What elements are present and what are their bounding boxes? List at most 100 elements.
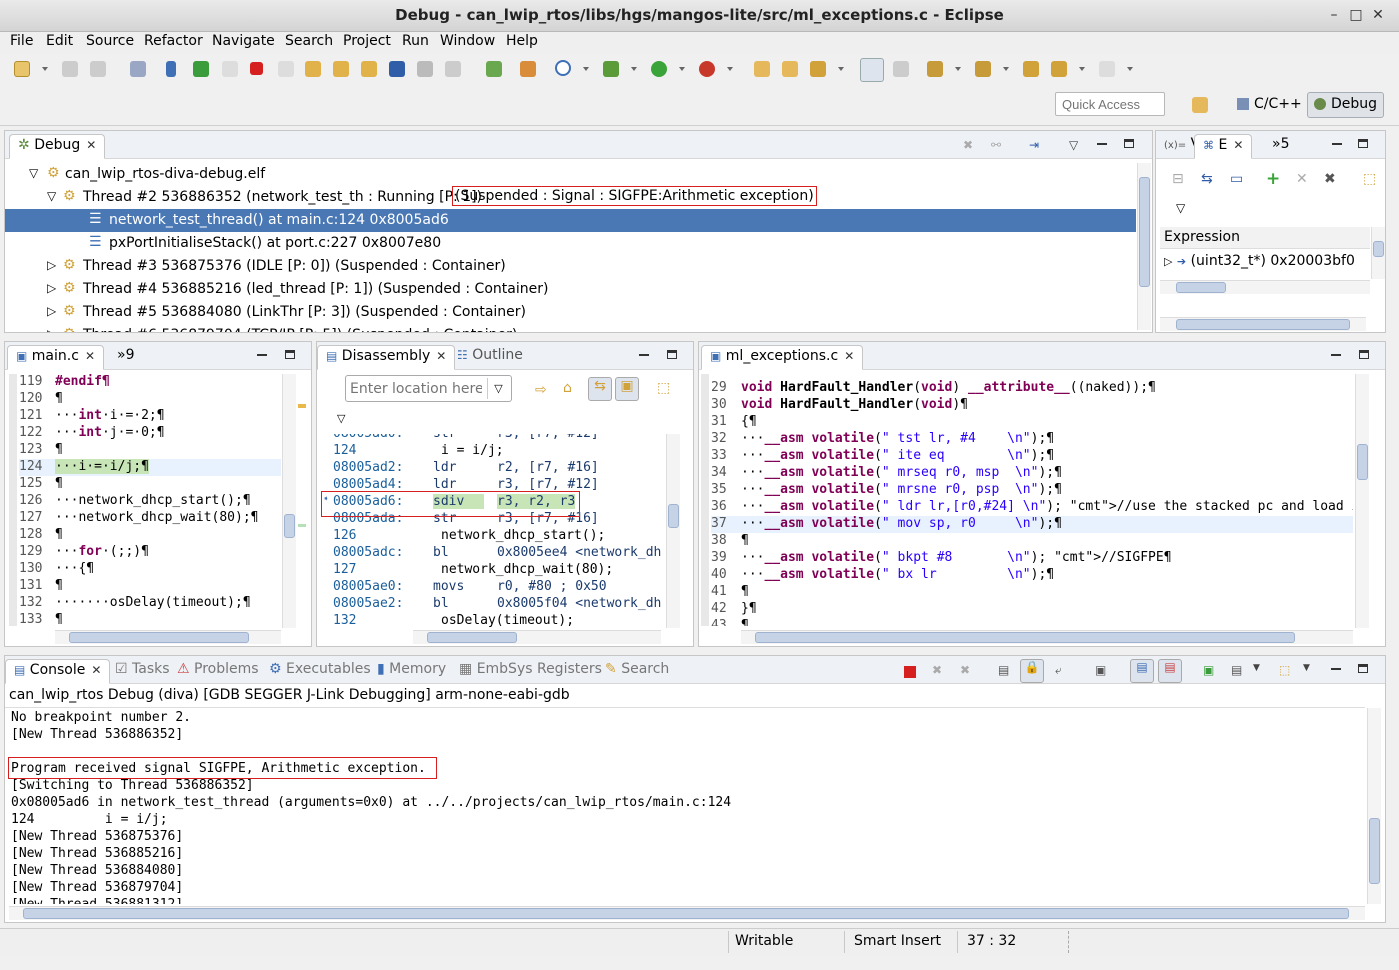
back-icon[interactable] — [1051, 61, 1067, 77]
run-dropdown-icon[interactable] — [679, 67, 685, 71]
main-vscroll[interactable] — [282, 374, 296, 628]
collapse-icon[interactable]: ▽ — [47, 189, 56, 203]
expressions-detail-hscroll[interactable] — [1160, 317, 1366, 331]
open-console-dropdown-icon[interactable]: ▼ — [1253, 663, 1260, 673]
new-console-icon[interactable]: ⬚ — [1279, 663, 1290, 677]
scroll-thumb[interactable] — [1369, 818, 1380, 884]
restart-icon[interactable] — [486, 61, 502, 77]
close-icon[interactable]: ✕ — [844, 349, 854, 363]
pin-console-icon[interactable]: ▣ — [1095, 663, 1106, 677]
open-perspective-icon[interactable] — [1192, 97, 1208, 113]
menu-help[interactable]: Help — [506, 33, 538, 49]
close-button[interactable]: ✕ — [1369, 6, 1387, 24]
home-icon[interactable]: ⌂ — [563, 380, 572, 396]
close-icon[interactable]: ✕ — [1233, 138, 1243, 152]
debug-tree-row[interactable]: ▷ ⚙ Thread #3 536875376 (IDLE [P: 0]) (Sus… — [5, 255, 1136, 278]
drop-to-frame-icon[interactable] — [417, 61, 433, 77]
tab-executables[interactable]: ⚙ Executables — [261, 659, 379, 684]
expand-icon[interactable]: ▷ — [47, 281, 56, 295]
pin-icon[interactable] — [893, 61, 909, 77]
go-to-address-icon[interactable]: ⇨ — [535, 382, 547, 398]
debug-dropdown-icon[interactable] — [631, 67, 637, 71]
close-icon[interactable]: ✕ — [86, 138, 96, 152]
minimize-icon[interactable] — [639, 354, 649, 356]
step-into-icon[interactable] — [305, 61, 321, 77]
new-dropdown-icon[interactable] — [42, 67, 48, 71]
debug-tree-row[interactable]: ☰ network_test_thread() at main.c:124 0x8… — [5, 209, 1136, 232]
menu-window[interactable]: Window — [440, 33, 495, 49]
show-source-icon[interactable]: ▣ — [615, 377, 639, 401]
display-console-icon[interactable]: ▣ — [1203, 663, 1214, 677]
forward-dropdown-icon[interactable] — [1127, 67, 1133, 71]
maximize-icon[interactable] — [667, 350, 677, 359]
close-icon[interactable]: ✕ — [436, 349, 446, 363]
external-tools-dropdown-icon[interactable] — [727, 67, 733, 71]
show-on-stderr-icon[interactable]: ▤ — [1158, 659, 1182, 683]
console-output[interactable]: No breakpoint number 2. [New Thread 53688… — [11, 710, 1365, 904]
expressions-hscroll[interactable] — [1160, 280, 1370, 294]
expand-icon[interactable]: ▷ — [47, 304, 56, 318]
tab-overflow[interactable]: »5 — [1264, 134, 1297, 159]
scroll-thumb[interactable] — [755, 632, 1295, 643]
console-hscroll[interactable] — [9, 906, 1365, 920]
close-icon[interactable]: ✕ — [91, 663, 101, 677]
debug-tree-row[interactable]: ☰ pxPortInitialiseStack() at port.c:227 0… — [5, 232, 1136, 255]
menu-source[interactable]: Source — [86, 33, 134, 49]
use-step-filters-icon[interactable] — [445, 61, 461, 77]
scroll-lock-icon[interactable]: 🔒 — [1020, 659, 1044, 683]
debug-tree-row[interactable]: ▽ ⚙ Thread #2 536886352 (network_test_th :… — [5, 186, 1136, 209]
scroll-thumb[interactable] — [1357, 444, 1368, 480]
scroll-thumb[interactable] — [1176, 282, 1226, 293]
next-annotation-icon[interactable] — [927, 61, 943, 77]
disassembly-code[interactable]: 08005ad0:strr3, [r7, #12]124i = i/j;0800… — [323, 434, 663, 628]
scroll-thumb[interactable] — [1139, 177, 1150, 287]
minimize-button[interactable]: – — [1325, 6, 1343, 24]
expand-icon[interactable]: ▷ — [47, 258, 56, 272]
minimize-icon[interactable] — [1331, 668, 1341, 670]
search-tool-icon[interactable] — [810, 61, 826, 77]
link-with-context-icon[interactable]: ⇆ — [588, 377, 612, 401]
remove-all-icon[interactable]: ✖ — [960, 663, 970, 677]
exceptions-hscroll[interactable] — [741, 630, 1353, 644]
menu-file[interactable]: File — [10, 33, 33, 49]
menu-project[interactable]: Project — [343, 33, 391, 49]
maximize-icon[interactable] — [285, 350, 295, 359]
debug-tree-row[interactable]: ▷ ⚙ Thread #4 536885216 (led_thread [P: 1]… — [5, 278, 1136, 301]
overview-marker[interactable] — [298, 524, 306, 527]
terminate-icon[interactable] — [904, 666, 916, 678]
search-dropdown-icon[interactable] — [838, 67, 844, 71]
debug-icon[interactable] — [603, 61, 619, 77]
view-menu-icon[interactable]: ▽ — [1176, 201, 1185, 215]
scroll-thumb[interactable] — [1176, 319, 1350, 330]
instruction-stepping-icon[interactable] — [389, 61, 405, 77]
scroll-thumb[interactable] — [23, 908, 1349, 919]
menu-navigate[interactable]: Navigate — [212, 33, 275, 49]
minimize-icon[interactable] — [257, 354, 267, 356]
terminate-icon[interactable] — [250, 62, 263, 75]
tab-embsys-registers[interactable]: ▦ EmbSys Registers — [451, 659, 610, 684]
menu-refactor[interactable]: Refactor — [144, 33, 203, 49]
debug-tree-row[interactable]: ▷ ⚙ Thread #5 536884080 (LinkThr [P: 3]) (… — [5, 301, 1136, 324]
menu-run[interactable]: Run — [402, 33, 429, 49]
debug-config-icon[interactable] — [520, 61, 536, 77]
tab-expressions[interactable]: ⌘ E ✕ — [1194, 134, 1253, 159]
chevron-down-icon[interactable]: ▽ — [487, 378, 509, 399]
maximize-icon[interactable] — [1359, 350, 1369, 359]
view-menu-icon[interactable]: ▽ — [337, 412, 345, 425]
expand-icon[interactable]: ▷ — [47, 327, 56, 332]
tab-search[interactable]: ✎ Search — [597, 659, 677, 684]
perspective-cpp[interactable]: C/C++ — [1230, 92, 1309, 118]
disconnect-icon[interactable] — [278, 61, 294, 77]
perspective-debug[interactable]: Debug — [1307, 92, 1385, 118]
last-edit-icon[interactable] — [1023, 61, 1039, 77]
exceptions-vscroll[interactable] — [1355, 374, 1369, 628]
scroll-thumb[interactable] — [668, 504, 679, 528]
collapse-icon[interactable]: ▽ — [29, 166, 38, 180]
console-vscroll[interactable] — [1367, 708, 1381, 904]
expand-icon[interactable]: ▷ — [1164, 255, 1172, 268]
show-on-stdout-icon[interactable]: ▤ — [1130, 659, 1154, 683]
open-type-icon[interactable] — [782, 61, 798, 77]
expressions-vscroll[interactable] — [1371, 227, 1385, 279]
step-over-icon[interactable] — [333, 61, 349, 77]
step-mode-icon[interactable]: ⇥ — [1029, 138, 1039, 152]
